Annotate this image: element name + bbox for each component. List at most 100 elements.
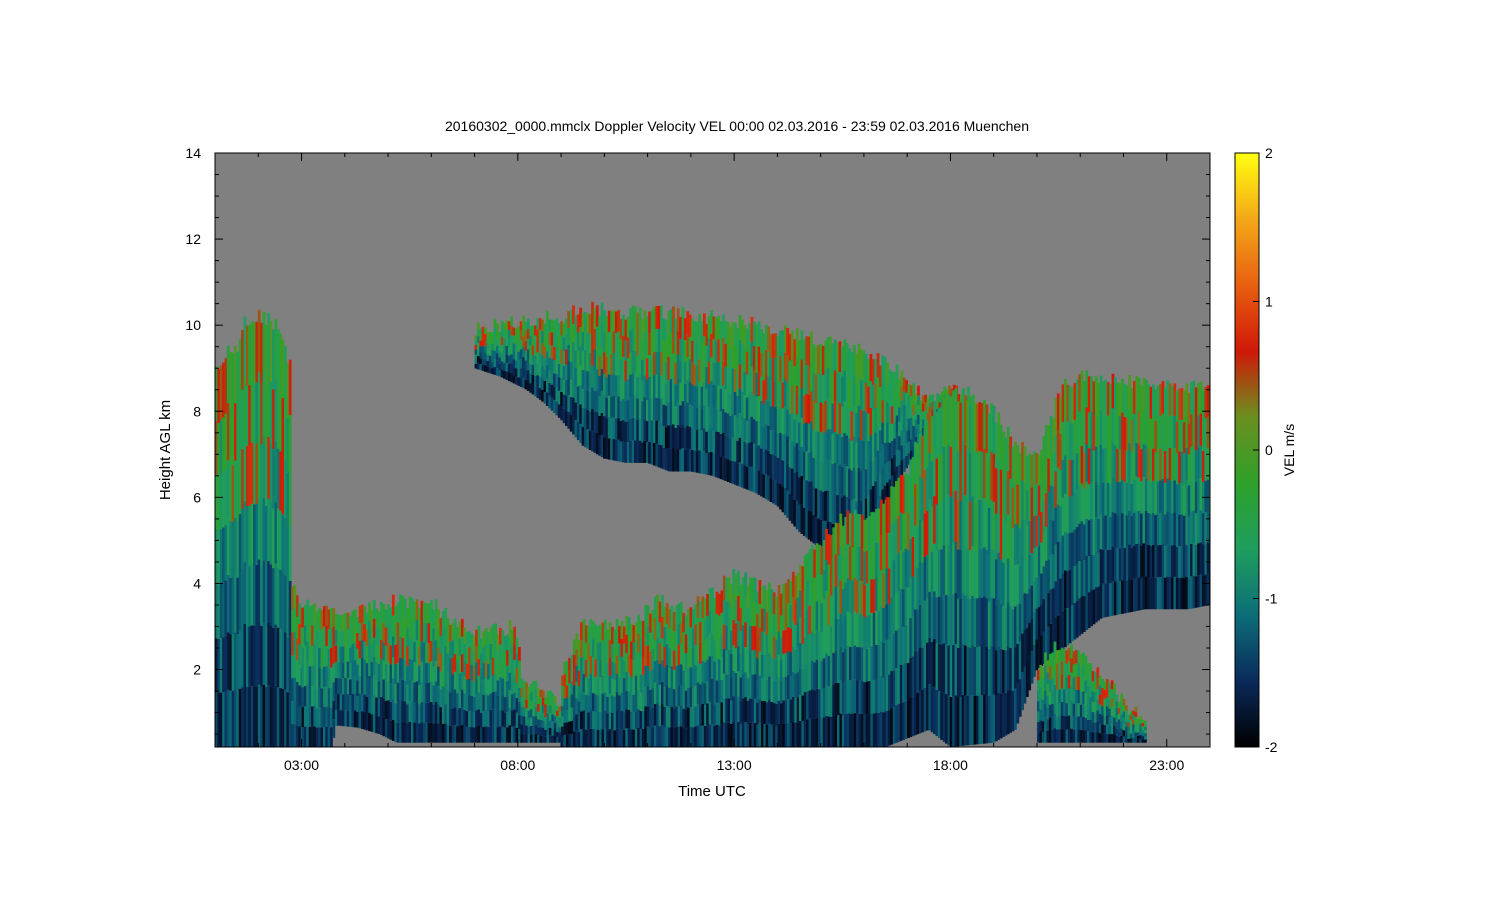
- echo-pixel: [625, 653, 629, 673]
- echo-pixel: [607, 374, 611, 396]
- echo-pixel: [484, 693, 488, 710]
- echo-pixel: [508, 637, 512, 656]
- echo-pixel: [722, 432, 725, 457]
- echo-pixel: [512, 327, 516, 336]
- echo-pixel: [603, 637, 607, 657]
- echo-pixel: [477, 625, 481, 643]
- echo-pixel: [906, 700, 910, 738]
- echo-pixel: [883, 399, 887, 422]
- echo-pixel: [724, 435, 728, 459]
- echo-pixel: [368, 639, 371, 658]
- echo-pixel: [470, 633, 474, 650]
- echo-pixel: [1052, 554, 1055, 589]
- echo-pixel: [829, 491, 832, 522]
- echo-pixel: [641, 656, 645, 675]
- echo-pixel: [1002, 562, 1005, 607]
- echo-pixel: [631, 440, 635, 463]
- echo-pixel: [688, 359, 692, 382]
- echo-pixel: [770, 611, 774, 635]
- echo-pixel: [887, 674, 891, 711]
- echo-pixel: [868, 714, 871, 747]
- echo-pixel: [1182, 546, 1186, 579]
- echo-pixel: [403, 701, 407, 723]
- echo-pixel: [1087, 520, 1091, 557]
- echo-pixel: [618, 626, 621, 644]
- echo-pixel: [375, 626, 379, 644]
- echo-pixel: [567, 395, 571, 412]
- echo-pixel: [589, 728, 593, 747]
- echo-pixel: [1046, 730, 1050, 743]
- echo-pixel: [612, 310, 616, 332]
- echo-pixel: [691, 318, 694, 341]
- echo-pixel: [320, 727, 324, 747]
- echo-pixel: [582, 637, 586, 656]
- echo-pixel: [753, 650, 757, 675]
- echo-pixel: [501, 678, 505, 695]
- echo-pixel: [779, 483, 782, 510]
- echo-pixel: [748, 322, 751, 347]
- echo-pixel: [845, 404, 849, 436]
- echo-pixel: [739, 607, 743, 632]
- echo-pixel: [902, 551, 905, 590]
- echo-pixel: [648, 441, 652, 464]
- echo-pixel: [593, 432, 597, 453]
- echo-pixel: [952, 390, 955, 442]
- echo-pixel: [444, 665, 448, 685]
- echo-pixel: [657, 375, 661, 399]
- echo-pixel: [683, 362, 687, 384]
- echo-pixel: [513, 709, 517, 727]
- echo-pixel: [1185, 480, 1189, 513]
- echo-pixel: [291, 632, 294, 656]
- echo-pixel: [739, 723, 743, 747]
- echo-pixel: [318, 687, 321, 708]
- echo-pixel: [564, 318, 568, 334]
- echo-pixel: [1178, 388, 1181, 421]
- echo-pixel: [449, 725, 452, 743]
- echo-pixel: [491, 368, 494, 375]
- echo-pixel: [1141, 723, 1145, 727]
- echo-pixel: [607, 353, 611, 375]
- echo-pixel: [465, 695, 469, 712]
- echo-pixel: [637, 709, 641, 729]
- echo-pixel: [401, 595, 405, 617]
- echo-pixel: [226, 403, 230, 461]
- echo-pixel: [1033, 515, 1036, 549]
- echo-pixel: [505, 362, 509, 372]
- echo-pixel: [1137, 377, 1141, 412]
- echo-pixel: [1018, 452, 1022, 491]
- echo-pixel: [495, 368, 499, 376]
- echo-pixel: [919, 415, 923, 423]
- echo-pixel: [439, 653, 443, 672]
- echo-pixel: [686, 357, 690, 380]
- echo-pixel: [779, 615, 783, 638]
- echo-pixel: [531, 335, 535, 346]
- echo-pixel: [781, 434, 785, 461]
- echo-pixel: [1041, 721, 1045, 732]
- echo-pixel: [1202, 450, 1205, 483]
- echo-pixel: [1182, 453, 1186, 485]
- echo-pixel: [845, 343, 849, 374]
- echo-pixel: [1030, 487, 1034, 521]
- echo-pixel: [491, 691, 495, 709]
- echo-pixel: [1044, 652, 1047, 666]
- echo-pixel: [909, 428, 913, 440]
- echo-pixel: [614, 418, 618, 440]
- echo-pixel: [638, 374, 642, 397]
- echo-pixel: [267, 312, 271, 375]
- echo-pixel: [634, 657, 638, 676]
- echo-pixel: [584, 408, 587, 428]
- echo-pixel: [625, 634, 629, 654]
- echo-pixel: [589, 673, 593, 693]
- echo-pixel: [330, 727, 333, 747]
- echo-pixel: [651, 688, 655, 708]
- echo-pixel: [738, 413, 742, 438]
- echo-pixel: [661, 703, 664, 726]
- echo-pixel: [236, 577, 240, 635]
- echo-pixel: [662, 361, 666, 384]
- echo-pixel: [613, 730, 617, 747]
- echo-pixel: [680, 664, 683, 685]
- echo-pixel: [315, 688, 319, 709]
- echo-pixel: [1072, 664, 1076, 678]
- echo-pixel: [744, 647, 748, 673]
- echo-pixel: [500, 328, 504, 338]
